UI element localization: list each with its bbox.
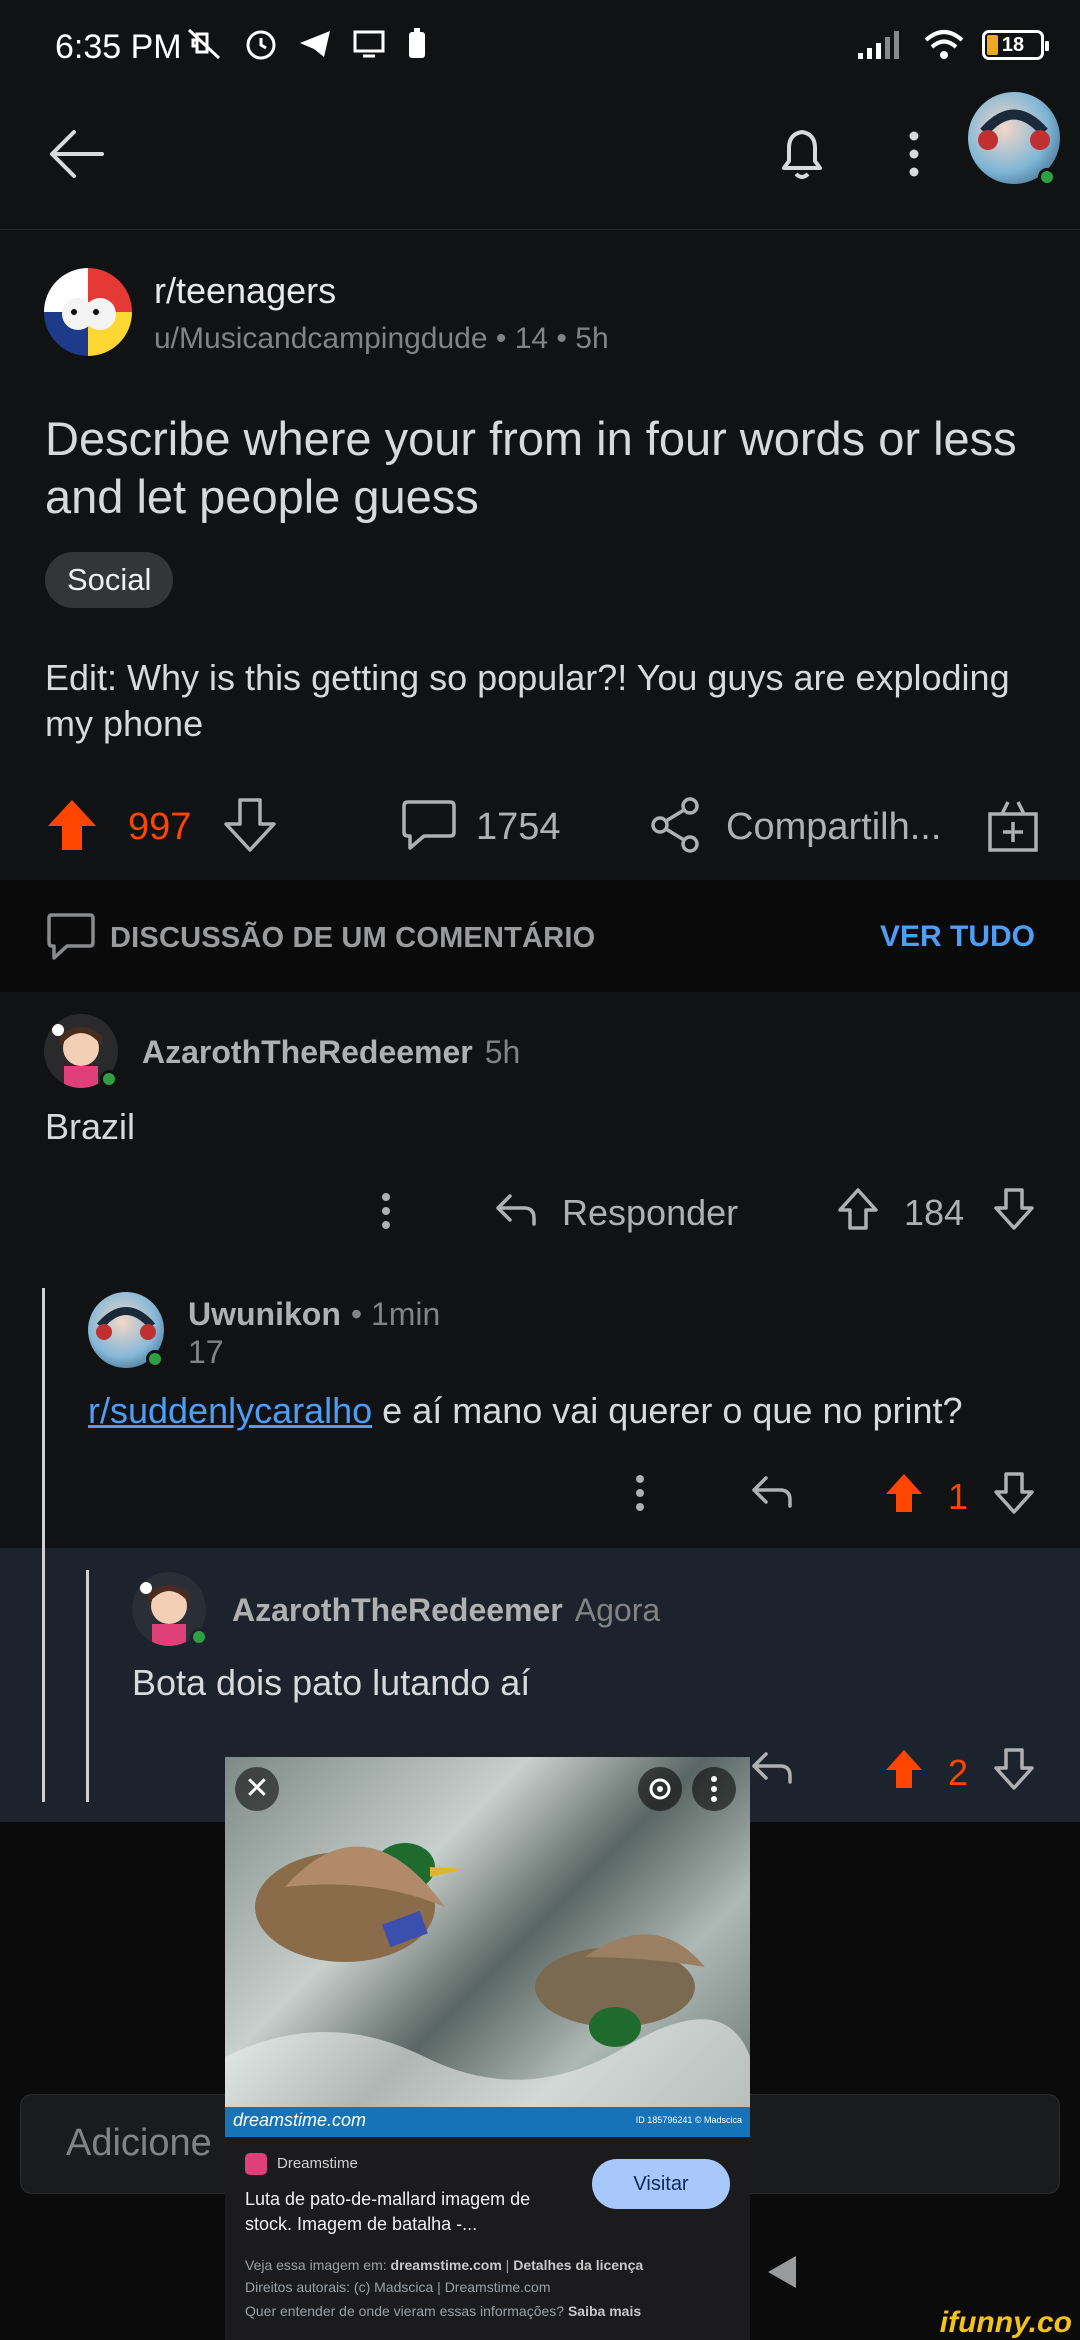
comment-upvote-icon[interactable] [882, 1746, 926, 1792]
comment-author[interactable]: Uwunikon [188, 1296, 341, 1333]
post-body: Edit: Why is this getting so popular?! Y… [45, 657, 1010, 744]
thread-comment-icon [47, 913, 95, 960]
mute-icon [187, 28, 221, 60]
comment-more-icon[interactable] [626, 1472, 654, 1514]
close-icon[interactable]: ✕ [235, 1767, 279, 1811]
comment-score: 184 [904, 1192, 965, 1233]
post-flair[interactable]: Social [45, 552, 174, 608]
strip-watermark: dreamstime.com [233, 2110, 367, 2130]
status-bar: 6:35 PM 18 [0, 0, 1080, 90]
award-icon[interactable] [986, 796, 1040, 854]
visit-button[interactable]: Visitar [592, 2159, 730, 2209]
telegram-icon [300, 31, 330, 57]
back-arrow-icon[interactable] [44, 124, 108, 184]
subreddit-avatar[interactable] [44, 268, 132, 356]
comment-downvote-icon[interactable] [992, 1746, 1036, 1792]
comment-text: Brazil [45, 1106, 136, 1147]
battery-indicator: 18 [982, 30, 1049, 60]
post-comment-count[interactable]: 1754 [476, 806, 561, 849]
downvote-icon[interactable] [222, 796, 278, 854]
comment-downvote-icon[interactable] [992, 1186, 1036, 1232]
comment-score: 1 [948, 1476, 969, 1517]
user-flair: 17 [188, 1334, 224, 1370]
popup-copyright: Direitos autorais: (c) Madscica | Dreams… [245, 2279, 551, 2295]
comment-upvote-icon[interactable] [836, 1186, 880, 1232]
status-right: 18 [856, 28, 1049, 62]
comment-icon[interactable] [400, 796, 458, 854]
upvote-icon[interactable] [44, 796, 100, 854]
comment-input-placeholder[interactable]: Adicione [66, 2122, 212, 2165]
share-label[interactable]: Compartilh... [726, 806, 941, 849]
image-search-popup[interactable]: ✕ dreamstime.com ID 185796241 © Madscica… [225, 1757, 750, 2340]
thread-line[interactable] [42, 1548, 45, 1802]
comment-time: Agora [574, 1592, 661, 1628]
comment-time: 5h [484, 1034, 521, 1070]
comment-author[interactable]: AzarothTheRedeemer [232, 1592, 563, 1629]
thread-title: DISCUSSÃO DE UM COMENTÁRIO [110, 922, 596, 954]
subreddit-link[interactable]: r/suddenlycaralho [88, 1390, 372, 1431]
online-status-dot [1038, 168, 1056, 186]
popup-source[interactable]: Dreamstime [277, 2155, 358, 2172]
comment-text: Bota dois pato lutando aí [132, 1662, 531, 1703]
watermark-strip: dreamstime.com ID 185796241 © Madscica [225, 2107, 750, 2137]
comment-upvote-icon[interactable] [882, 1470, 926, 1516]
comment-header: AzarothTheRedeemer 5h [142, 1034, 520, 1071]
popup-info-line: Quer entender de onde vieram essas infor… [245, 2303, 641, 2319]
comment-header: Uwunikon • 1min [188, 1296, 440, 1333]
bell-icon[interactable] [774, 124, 830, 184]
reply-label[interactable]: Responder [562, 1192, 738, 1234]
screen-icon [353, 30, 385, 58]
alarm-icon [246, 30, 276, 60]
separator: | [501, 2257, 514, 2273]
more-options-icon[interactable] [900, 126, 928, 182]
status-time: 6:35 PM [55, 28, 182, 66]
comment-time: • 1min [350, 1296, 441, 1332]
comment-downvote-icon[interactable] [992, 1470, 1036, 1516]
info-text: Quer entender de onde vieram essas infor… [245, 2303, 568, 2319]
license-details-link[interactable]: Detalhes da licença [513, 2257, 643, 2273]
battery-saver-icon [409, 28, 425, 58]
reply-icon[interactable] [494, 1190, 538, 1230]
comment-score: 2 [948, 1752, 969, 1793]
learn-more-link[interactable]: Saiba mais [568, 2303, 641, 2319]
reply-icon[interactable] [750, 1472, 794, 1512]
online-status-dot [100, 1070, 118, 1088]
strip-id: ID 185796241 © Madscica [635, 2115, 742, 2125]
popup-more-icon[interactable] [692, 1767, 736, 1811]
comment-text: r/suddenlycaralho e aí mano vai querer o… [88, 1390, 963, 1432]
subreddit-name[interactable]: r/teenagers [154, 270, 336, 312]
dreamstime-logo-icon [245, 2153, 267, 2175]
comment-header: AzarothTheRedeemer Agora [232, 1592, 660, 1629]
popup-title[interactable]: Luta de pato-de-mallard imagem de stock.… [245, 2187, 580, 2237]
nav-back-icon[interactable] [764, 2252, 800, 2292]
online-status-dot [190, 1628, 208, 1646]
post-meta[interactable]: u/Musicandcampingdude • 14 • 5h [154, 322, 609, 356]
popup-license-line: Veja essa imagem em: dreamstime.com | De… [245, 2257, 745, 2273]
ifunny-watermark: ifunny.co [939, 2306, 1072, 2339]
comment-text-body: e aí mano vai querer o que no print? [372, 1390, 963, 1431]
license-prefix: Veja essa imagem em: [245, 2257, 391, 2273]
signal-icon [858, 31, 899, 59]
comment-author[interactable]: AzarothTheRedeemer [142, 1034, 473, 1071]
reply-icon[interactable] [750, 1748, 794, 1788]
source-link[interactable]: dreamstime.com [391, 2257, 502, 2273]
post-title: Describe where your from in four words o… [45, 412, 1017, 523]
wifi-icon [924, 30, 964, 59]
lens-icon[interactable] [638, 1767, 682, 1811]
battery-level: 18 [1001, 33, 1025, 56]
share-icon[interactable] [648, 796, 702, 854]
thread-line[interactable] [86, 1570, 89, 1802]
see-all-link[interactable]: VER TUDO [880, 920, 1035, 954]
post-upvote-count: 997 [128, 806, 192, 848]
online-status-dot [146, 1350, 164, 1368]
comment-more-icon[interactable] [372, 1190, 400, 1232]
status-icons [185, 26, 429, 62]
